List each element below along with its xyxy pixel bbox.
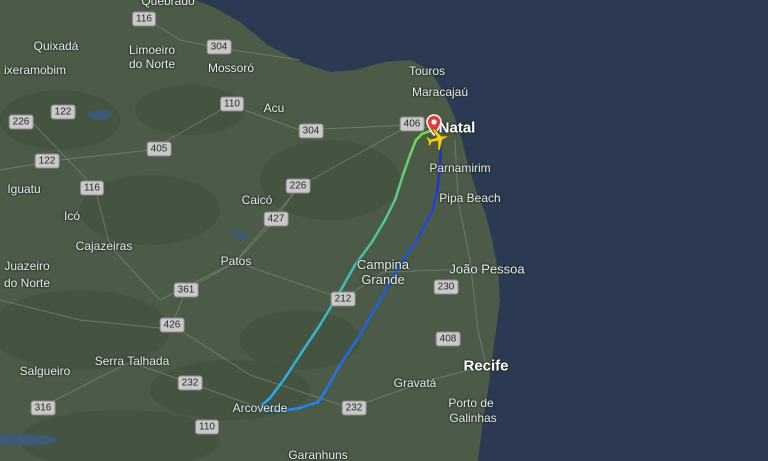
city-label-gravata: Gravatá [393,376,437,390]
road-shield: 304 [298,123,324,139]
road-shield: 226 [285,178,311,194]
city-label-caico: Caicó [241,193,273,207]
flight-track-map[interactable]: Natal Recife João Pessoa Campina Grande … [0,0,768,461]
city-label-juazeiro: Juazeiro [4,259,50,273]
city-label-porto-de: Porto de [448,396,494,410]
map-base [0,0,768,461]
city-label-serra-talhada: Serra Talhada [94,354,170,368]
city-label-arcoverde: Arcoverde [232,401,288,415]
city-label-maracajau: Maracajaú [411,85,469,99]
city-label-limoeiro: Limoeiro [128,43,176,57]
city-label-salgueiro: Salgueiro [19,364,71,378]
road-shield: 116 [132,11,156,27]
city-label-patos: Patos [220,254,252,268]
road-shield: 226 [8,114,34,130]
city-label-quebrado: Quebrado [141,0,195,8]
city-label-porto-de-galinhas: Galinhas [449,411,497,425]
road-shield: 408 [435,331,461,347]
city-label-cajazeiras: Cajazeiras [75,239,133,253]
city-label-juazeiro-do-norte: do Norte [3,276,51,290]
road-shield: 122 [50,104,76,120]
airplane-icon[interactable] [425,126,451,152]
city-label-iguatu: Iguatu [7,182,41,196]
road-shield: 316 [30,400,56,416]
road-shield: 212 [330,291,356,307]
city-label-campina-grande-1: Campina Grande [356,257,410,287]
road-shield: 230 [433,279,459,295]
lake [88,110,112,120]
road-shield: 304 [206,39,232,55]
road-shield: 110 [195,419,219,435]
city-label-recife: Recife [463,357,509,375]
road-shield: 426 [159,317,185,333]
city-label-garanhuns: Garanhuns [288,448,348,461]
city-label-quixada: Quixadá [33,39,79,53]
lake [232,231,248,239]
road-shield: 122 [34,153,60,169]
city-label-touros: Touros [408,64,446,78]
road-shield: 405 [146,141,172,157]
road-shield: 406 [399,116,425,132]
city-label-acu: Acu [263,101,285,115]
road-shield: 361 [173,282,199,298]
road-shield: 110 [220,96,244,112]
city-label-parnamirim: Parnamirim [429,161,491,175]
city-label-mossoro: Mossoró [207,61,255,75]
city-label-limoeiro-do-norte: do Norte [128,57,176,71]
road-shield: 232 [341,400,367,416]
road-shield: 427 [263,211,289,227]
city-label-joao-pessoa: João Pessoa [449,261,525,277]
city-label-pipa-beach: Pipa Beach [439,191,501,205]
road-shield: 232 [177,375,203,391]
city-label-quixeramobim: ixeramobim [3,63,67,77]
road-shield: 116 [80,180,104,196]
city-label-ico: Icó [63,209,81,223]
